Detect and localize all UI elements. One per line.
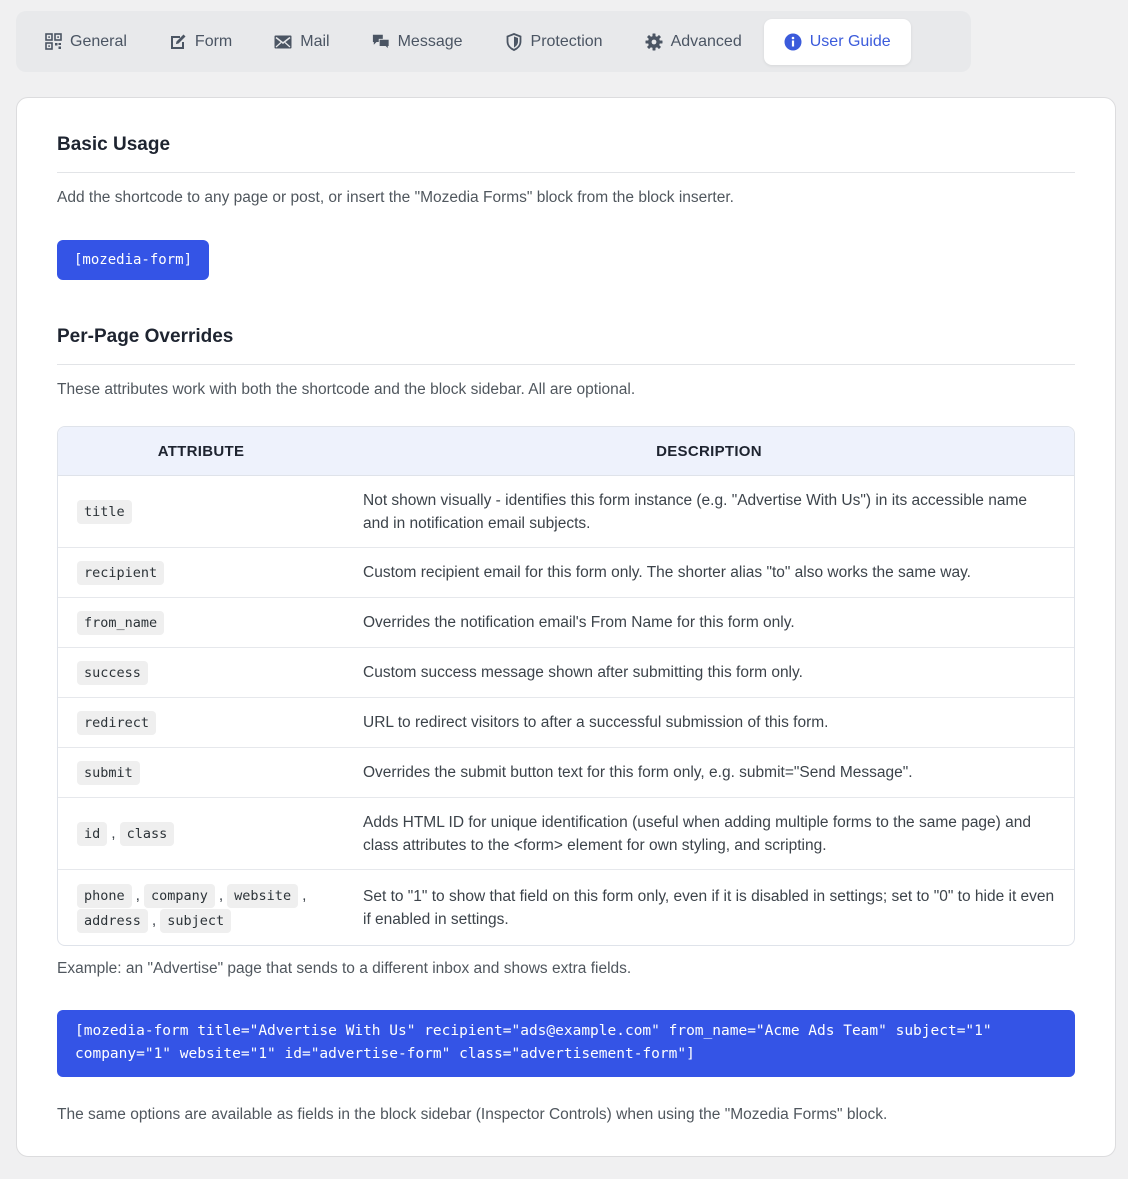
attribute-chip: recipient [77, 560, 165, 585]
attribute-chip: id [77, 821, 108, 846]
attribute-description: Overrides the submit button text for thi… [344, 748, 1074, 798]
tab-label: Protection [530, 32, 603, 50]
attribute-chip: from_name [77, 610, 165, 635]
example-shortcode-block[interactable]: [mozedia-form title="Advertise With Us" … [57, 1010, 1075, 1077]
table-row: submit Overrides the submit button text … [58, 748, 1074, 798]
tab-label: Mail [300, 32, 330, 50]
example-note: Example: an "Advertise" page that sends … [57, 960, 632, 977]
attribute-description: Set to "1" to show that field on this fo… [363, 887, 1055, 928]
tab-mail[interactable]: Mail [254, 19, 349, 65]
attribute-description: Overrides the notification email's From … [344, 598, 1074, 648]
attribute-chip: class [119, 821, 175, 846]
user-guide-panel: Basic Usage Add the shortcode to any pag… [16, 97, 1116, 1157]
tab-label: Advanced [670, 32, 742, 50]
section-title-basic-usage: Basic Usage [57, 98, 1075, 173]
attribute-description: Adds HTML ID for unique identification (… [344, 798, 1074, 870]
table-row: from_name Overrides the notification ema… [58, 598, 1074, 648]
attribute-chip: address [77, 908, 148, 933]
attribute-description: URL to redirect visitors to after a succ… [344, 698, 1074, 748]
chat-bubbles-icon [372, 33, 390, 51]
tab-protection[interactable]: Protection [485, 19, 623, 65]
table-row: title Not shown visually - identifies th… [58, 476, 1074, 548]
tab-form[interactable]: Form [149, 19, 252, 65]
table-row: redirect URL to redirect visitors to aft… [58, 698, 1074, 748]
attribute-chip: subject [160, 908, 232, 933]
info-circle-icon [784, 33, 802, 51]
tab-label: User Guide [809, 32, 891, 50]
attribute-chip: redirect [77, 710, 157, 735]
attributes-table: ATTRIBUTE DESCRIPTION title Not shown vi… [57, 426, 1075, 946]
column-header-description: DESCRIPTION [344, 427, 1074, 476]
gear-icon [645, 33, 663, 51]
overrides-text: These attributes work with both the shor… [57, 381, 636, 398]
table-row: success Custom success message shown aft… [58, 648, 1074, 698]
tab-label: General [70, 32, 127, 50]
attribute-chip: phone [77, 883, 132, 908]
shortcode-snippet[interactable]: [mozedia-form] [57, 240, 210, 280]
basic-usage-text: Add the shortcode to any page or post, o… [57, 189, 734, 206]
section-title-overrides: Per-Page Overrides [57, 280, 1075, 365]
attribute-chip: company [143, 883, 215, 908]
tab-general[interactable]: General [24, 19, 147, 65]
table-row: id, class Adds HTML ID for unique identif… [58, 798, 1074, 870]
tab-message[interactable]: Message [352, 19, 483, 65]
qr-grid-icon [44, 33, 62, 51]
attribute-description: Custom success message shown after submi… [344, 648, 1074, 698]
attribute-chip: title [77, 499, 132, 524]
footer-note: The same options are available as fields… [57, 1106, 888, 1123]
tab-label: Message [397, 32, 463, 50]
attribute-chip: website [227, 883, 299, 908]
attribute-description: Not shown visually - identifies this for… [344, 476, 1074, 548]
shield-icon [505, 32, 523, 51]
table-row: phone, company, website, address, subject Se… [58, 870, 1074, 945]
tab-user-guide[interactable]: User Guide [763, 18, 911, 65]
settings-tabs: General Form Mail Message Protection Adv… [16, 11, 971, 72]
tab-advanced[interactable]: Advanced [625, 19, 762, 65]
column-header-attribute: ATTRIBUTE [58, 427, 344, 476]
edit-form-icon [169, 33, 187, 51]
table-row: recipient Custom recipient email for thi… [58, 548, 1074, 598]
attribute-chip: success [77, 660, 148, 685]
attribute-description: Custom recipient email for this form onl… [344, 548, 1074, 598]
attribute-chip: submit [77, 760, 140, 785]
envelope-icon [274, 33, 292, 51]
tab-label: Form [194, 32, 233, 50]
